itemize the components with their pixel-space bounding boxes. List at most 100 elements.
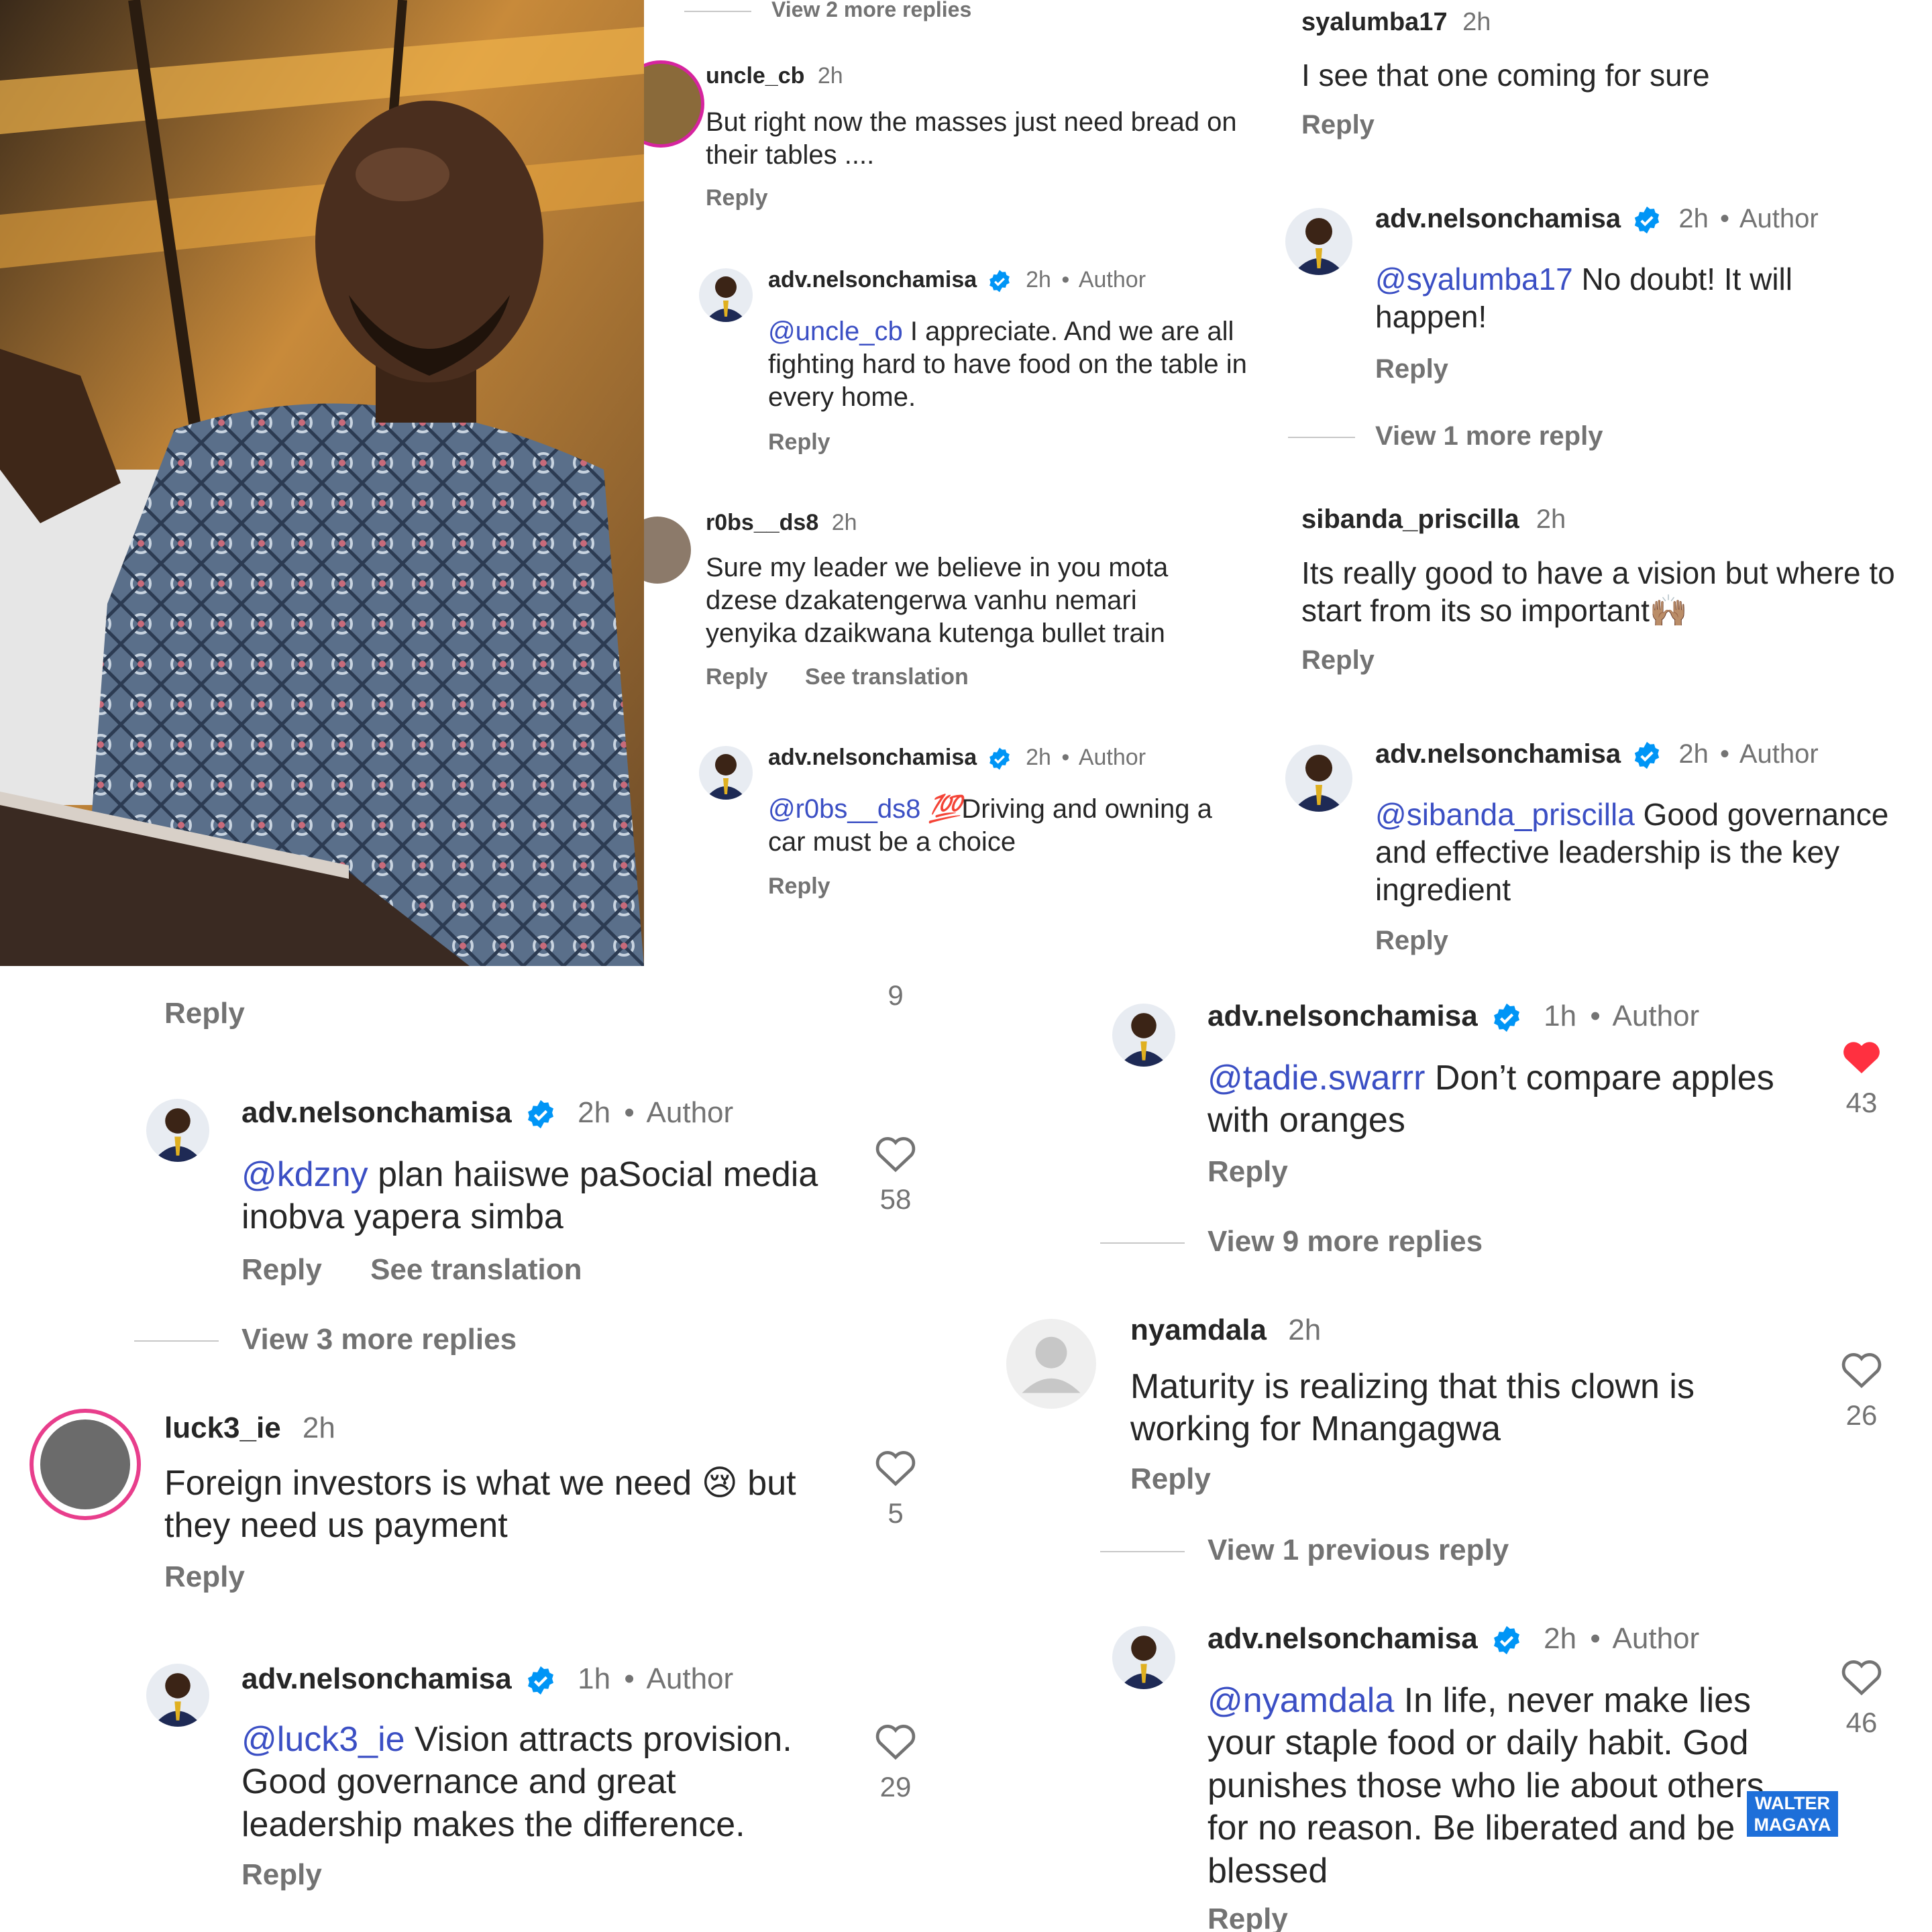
reply-button[interactable]: Reply (1130, 1462, 1211, 1496)
reply-button[interactable]: Reply (164, 1560, 245, 1594)
view-more-replies[interactable]: View 9 more replies (1100, 1225, 1483, 1258)
avatar[interactable] (644, 517, 691, 584)
crying-face-emoji: 😢 (701, 1464, 738, 1503)
timestamp: 2h (578, 1096, 611, 1129)
like-button[interactable]: 26 (1831, 1350, 1892, 1432)
avatar[interactable] (644, 60, 704, 148)
like-button[interactable]: 46 (1831, 1657, 1892, 1739)
reply-button[interactable]: Reply (1375, 926, 1448, 956)
author-tag: Author (646, 1096, 734, 1129)
avatar[interactable] (146, 1664, 209, 1727)
reply-button[interactable]: Reply (1208, 1902, 1288, 1932)
author-tag: Author (1078, 267, 1146, 292)
author-tag: Author (1739, 204, 1819, 233)
like-count: 5 (888, 1497, 904, 1529)
comment-text: Sure my leader we believe in you mota dz… (706, 553, 1169, 648)
verified-icon (1632, 741, 1662, 770)
author-tag: Author (1078, 745, 1146, 770)
reply-button[interactable]: Reply (164, 997, 245, 1030)
username[interactable]: r0bs__ds8 (706, 510, 818, 535)
timestamp: 2h (1678, 204, 1709, 233)
timestamp: 2h (831, 510, 857, 535)
username[interactable]: adv.nelsonchamisa (1208, 1622, 1478, 1655)
mention-link[interactable]: @r0bs__ds8 (768, 794, 920, 824)
like-button[interactable]: 58 (865, 1134, 926, 1216)
username[interactable]: adv.nelsonchamisa (1208, 1000, 1478, 1032)
like-button[interactable]: 43 (1831, 1037, 1892, 1119)
reply-button[interactable]: Reply (768, 873, 830, 900)
see-translation-button[interactable]: See translation (370, 1253, 582, 1286)
avatar[interactable] (699, 746, 753, 800)
username[interactable]: nyamdala (1130, 1313, 1267, 1346)
like-button[interactable]: 5 (865, 1448, 926, 1529)
reply-button[interactable]: Reply (706, 185, 768, 211)
comment-text: @syalumba17 No doubt! It will happen! (1375, 262, 1792, 335)
raised-hands-emoji: 🙌🏽 (1649, 593, 1688, 629)
reply-button[interactable]: Reply (1301, 110, 1375, 140)
like-count: 58 (879, 1183, 912, 1215)
view-more-replies[interactable]: View 2 more replies (684, 0, 971, 22)
like-button[interactable]: 29 (865, 1721, 926, 1803)
comment-header: uncle_cb 2h (706, 63, 843, 89)
username[interactable]: adv.nelsonchamisa (241, 1662, 512, 1695)
comment-text: @uncle_cb I appreciate. And we are all f… (768, 317, 1247, 412)
comment-header: adv.nelsonchamisa 2h • Author (1375, 204, 1819, 235)
mention-link[interactable]: @sibanda_priscilla (1375, 797, 1635, 832)
comment-header: syalumba17 2h (1301, 8, 1491, 37)
comment-text: @nyamdala In life, never make lies your … (1208, 1681, 1764, 1890)
avatar[interactable] (146, 1099, 209, 1162)
view-more-replies[interactable]: View 1 more reply (1288, 421, 1603, 451)
mention-link[interactable]: @uncle_cb (768, 317, 903, 346)
heart-filled-icon (1843, 1042, 1880, 1074)
verified-icon (525, 1099, 556, 1130)
view-previous-reply[interactable]: View 1 previous reply (1100, 1534, 1509, 1567)
avatar[interactable] (1285, 208, 1352, 275)
username[interactable]: adv.nelsonchamisa (1375, 739, 1621, 769)
username[interactable]: uncle_cb (706, 63, 804, 89)
username[interactable]: adv.nelsonchamisa (768, 745, 977, 770)
mention-link[interactable]: @kdzny (241, 1155, 368, 1194)
reply-button[interactable]: Reply (1301, 645, 1375, 676)
mention-link[interactable]: @syalumba17 (1375, 262, 1573, 297)
timestamp: 2h (1544, 1622, 1577, 1655)
default-avatar-icon[interactable] (1006, 1319, 1096, 1409)
reply-button[interactable]: Reply (241, 1253, 322, 1286)
hundred-emoji: 💯 (928, 794, 962, 824)
comments-panel-1: View 2 more replies uncle_cb 2h But righ… (644, 0, 1261, 966)
mention-link[interactable]: @luck3_ie (241, 1720, 405, 1759)
reply-button[interactable]: Reply (1208, 1155, 1288, 1189)
like-count: 43 (1845, 1087, 1878, 1118)
heart-icon (1841, 1353, 1882, 1389)
reply-button[interactable]: Reply (768, 429, 830, 455)
comment-header: adv.nelsonchamisa 2h • Author (1208, 1622, 1700, 1656)
avatar[interactable] (699, 268, 753, 322)
username[interactable]: adv.nelsonchamisa (768, 267, 977, 292)
username[interactable]: adv.nelsonchamisa (1375, 204, 1621, 233)
watermark-logo: WALTER MAGAYA (1747, 1791, 1838, 1837)
reply-button[interactable]: Reply (241, 1858, 322, 1892)
username[interactable]: luck3_ie (164, 1411, 281, 1444)
reply-button[interactable]: Reply (706, 664, 768, 690)
timestamp: 2h (817, 63, 843, 89)
username[interactable]: adv.nelsonchamisa (241, 1096, 512, 1129)
comment-header: r0bs__ds8 2h (706, 510, 857, 536)
timestamp: 2h (1026, 267, 1051, 292)
view-more-replies[interactable]: View 3 more replies (134, 1323, 517, 1356)
timestamp: 2h (1462, 8, 1491, 36)
avatar[interactable] (30, 1409, 141, 1520)
comment-text: @luck3_ie Vision attracts provision. Goo… (241, 1720, 792, 1844)
avatar[interactable] (1112, 1626, 1175, 1689)
comment-header: sibanda_priscilla 2h (1301, 504, 1566, 535)
username[interactable]: syalumba17 (1301, 8, 1448, 36)
avatar[interactable] (1112, 1004, 1175, 1067)
reply-button[interactable]: Reply (1375, 354, 1448, 384)
mention-link[interactable]: @tadie.swarrr (1208, 1059, 1425, 1097)
timestamp: 2h (1536, 504, 1566, 534)
username[interactable]: sibanda_priscilla (1301, 504, 1519, 534)
verified-icon (1491, 1625, 1522, 1656)
timestamp: 2h (1288, 1313, 1322, 1346)
timestamp: 2h (1026, 745, 1051, 770)
see-translation-button[interactable]: See translation (805, 664, 969, 690)
mention-link[interactable]: @nyamdala (1208, 1681, 1394, 1720)
avatar[interactable] (1285, 745, 1352, 812)
